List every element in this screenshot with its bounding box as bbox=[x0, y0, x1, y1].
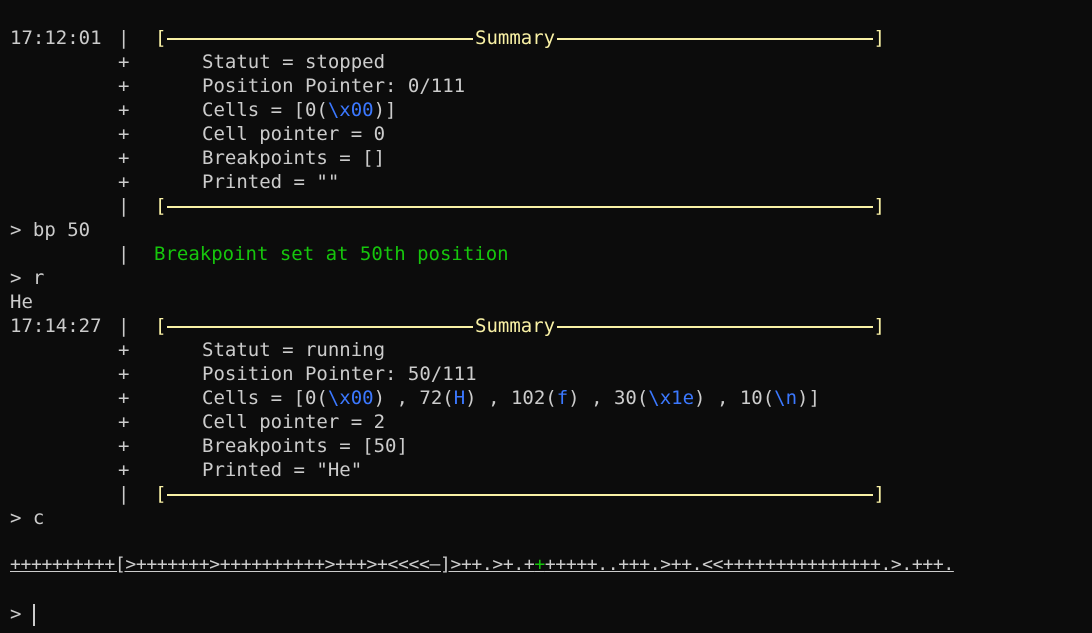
summary-header-rule: [ Summary ] bbox=[155, 314, 885, 338]
gutter-pipe: | bbox=[118, 27, 130, 49]
program-tape: ++++++++++[>+++++++>++++++++++>+++>+<<<<… bbox=[10, 553, 954, 577]
gutter-plus: + bbox=[118, 363, 130, 385]
gutter-plus: + bbox=[118, 459, 130, 481]
gutter-plus: + bbox=[118, 435, 130, 457]
summary-cell-pointer: Cell pointer = 0 bbox=[202, 123, 386, 145]
gutter-pipe: | bbox=[118, 195, 130, 217]
escape-value: \x00 bbox=[327, 387, 374, 409]
tape-current-instruction: + bbox=[534, 554, 545, 575]
gutter-plus: + bbox=[118, 411, 130, 433]
summary-status: Statut = stopped bbox=[202, 51, 386, 73]
program-output: He bbox=[10, 291, 33, 313]
summary-printed: Printed = "He" bbox=[202, 459, 363, 481]
text-cursor[interactable] bbox=[32, 603, 35, 626]
escape-value: \x00 bbox=[327, 99, 374, 121]
escape-value: f bbox=[556, 387, 569, 409]
breakpoint-message: Breakpoint set at 50th position bbox=[154, 243, 509, 265]
summary-breakpoints: Breakpoints = [50] bbox=[202, 435, 408, 457]
escape-value: \n bbox=[774, 387, 798, 409]
input-prompt[interactable]: > bbox=[10, 602, 35, 626]
summary-position-pointer: Position Pointer: 50/111 bbox=[202, 363, 477, 385]
tape-remaining: +++++..+++.>++.<<+++++++++++++++.>.+++. bbox=[544, 554, 954, 575]
gutter-pipe: | bbox=[118, 315, 130, 337]
timestamp: 17:14:27 bbox=[10, 315, 102, 337]
summary-title: Summary bbox=[473, 314, 558, 338]
summary-title: Summary bbox=[473, 26, 558, 50]
summary-footer-rule: [] bbox=[155, 195, 885, 217]
summary-cells: Cells = [0(\x00) , 72(H) , 102(f) , 30(\… bbox=[202, 387, 820, 409]
gutter-pipe: | bbox=[118, 483, 130, 505]
prompt-symbol: > bbox=[10, 603, 33, 625]
gutter-plus: + bbox=[118, 51, 130, 73]
gutter-plus: + bbox=[118, 339, 130, 361]
summary-footer-rule: [] bbox=[155, 483, 885, 505]
timestamp: 17:12:01 bbox=[10, 27, 102, 49]
summary-position-pointer: Position Pointer: 0/111 bbox=[202, 75, 466, 97]
gutter-plus: + bbox=[118, 123, 130, 145]
command-line: > c bbox=[10, 507, 45, 529]
gutter-plus: + bbox=[118, 387, 130, 409]
gutter-pipe: | bbox=[118, 243, 130, 265]
escape-value: H bbox=[453, 387, 466, 409]
summary-header-rule: [ Summary ] bbox=[155, 26, 885, 50]
gutter-plus: + bbox=[118, 147, 130, 169]
command-line: > bp 50 bbox=[10, 219, 91, 241]
escape-value: \x1e bbox=[648, 387, 695, 409]
tape-executed: ++++++++++[>+++++++>++++++++++>+++>+<<<<… bbox=[10, 554, 535, 575]
summary-cell-pointer: Cell pointer = 2 bbox=[202, 411, 386, 433]
summary-printed: Printed = "" bbox=[202, 171, 340, 193]
summary-breakpoints: Breakpoints = [] bbox=[202, 147, 386, 169]
gutter-plus: + bbox=[118, 99, 130, 121]
gutter-plus: + bbox=[118, 75, 130, 97]
command-line: > r bbox=[10, 267, 45, 289]
gutter-plus: + bbox=[118, 171, 130, 193]
summary-status: Statut = running bbox=[202, 339, 386, 361]
summary-cells: Cells = [0(\x00)] bbox=[202, 99, 397, 121]
